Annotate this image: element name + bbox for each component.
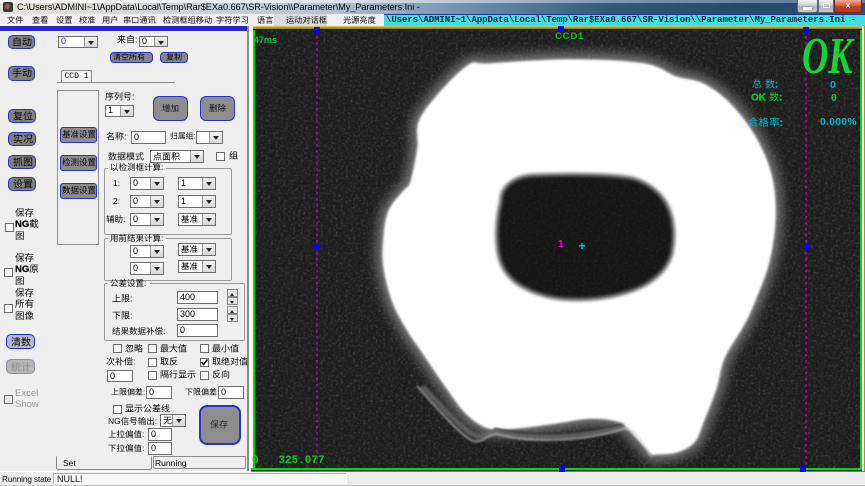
svg-text:NG: NG [108,417,121,426]
svg-text::: : [135,35,138,45]
svg-text::: : [780,117,784,129]
svg-text::: : [142,444,144,453]
svg-text::: : [123,215,125,224]
svg-text::: : [130,311,133,321]
svg-text::: : [193,132,195,141]
svg-text::: : [775,79,778,90]
svg-text::: : [144,279,146,288]
svg-text::: : [163,327,165,336]
svg-text:NG: NG [15,264,29,275]
svg-text::: : [143,388,145,397]
svg-text::: : [142,430,144,439]
svg-text:NG: NG [15,219,29,230]
svg-text::: : [779,92,782,103]
svg-text::: : [161,163,163,172]
svg-text:OK: OK [802,30,855,76]
svg-text::: : [161,234,163,243]
svg-text::: : [130,294,133,304]
svg-text:1:: 1: [113,179,120,188]
svg-text:2:: 2: [113,197,120,206]
svg-text::: : [155,417,157,426]
svg-text::: : [124,132,127,142]
svg-text:OK: OK [751,92,767,103]
svg-text::: : [132,92,135,102]
svg-text::: : [133,357,136,367]
